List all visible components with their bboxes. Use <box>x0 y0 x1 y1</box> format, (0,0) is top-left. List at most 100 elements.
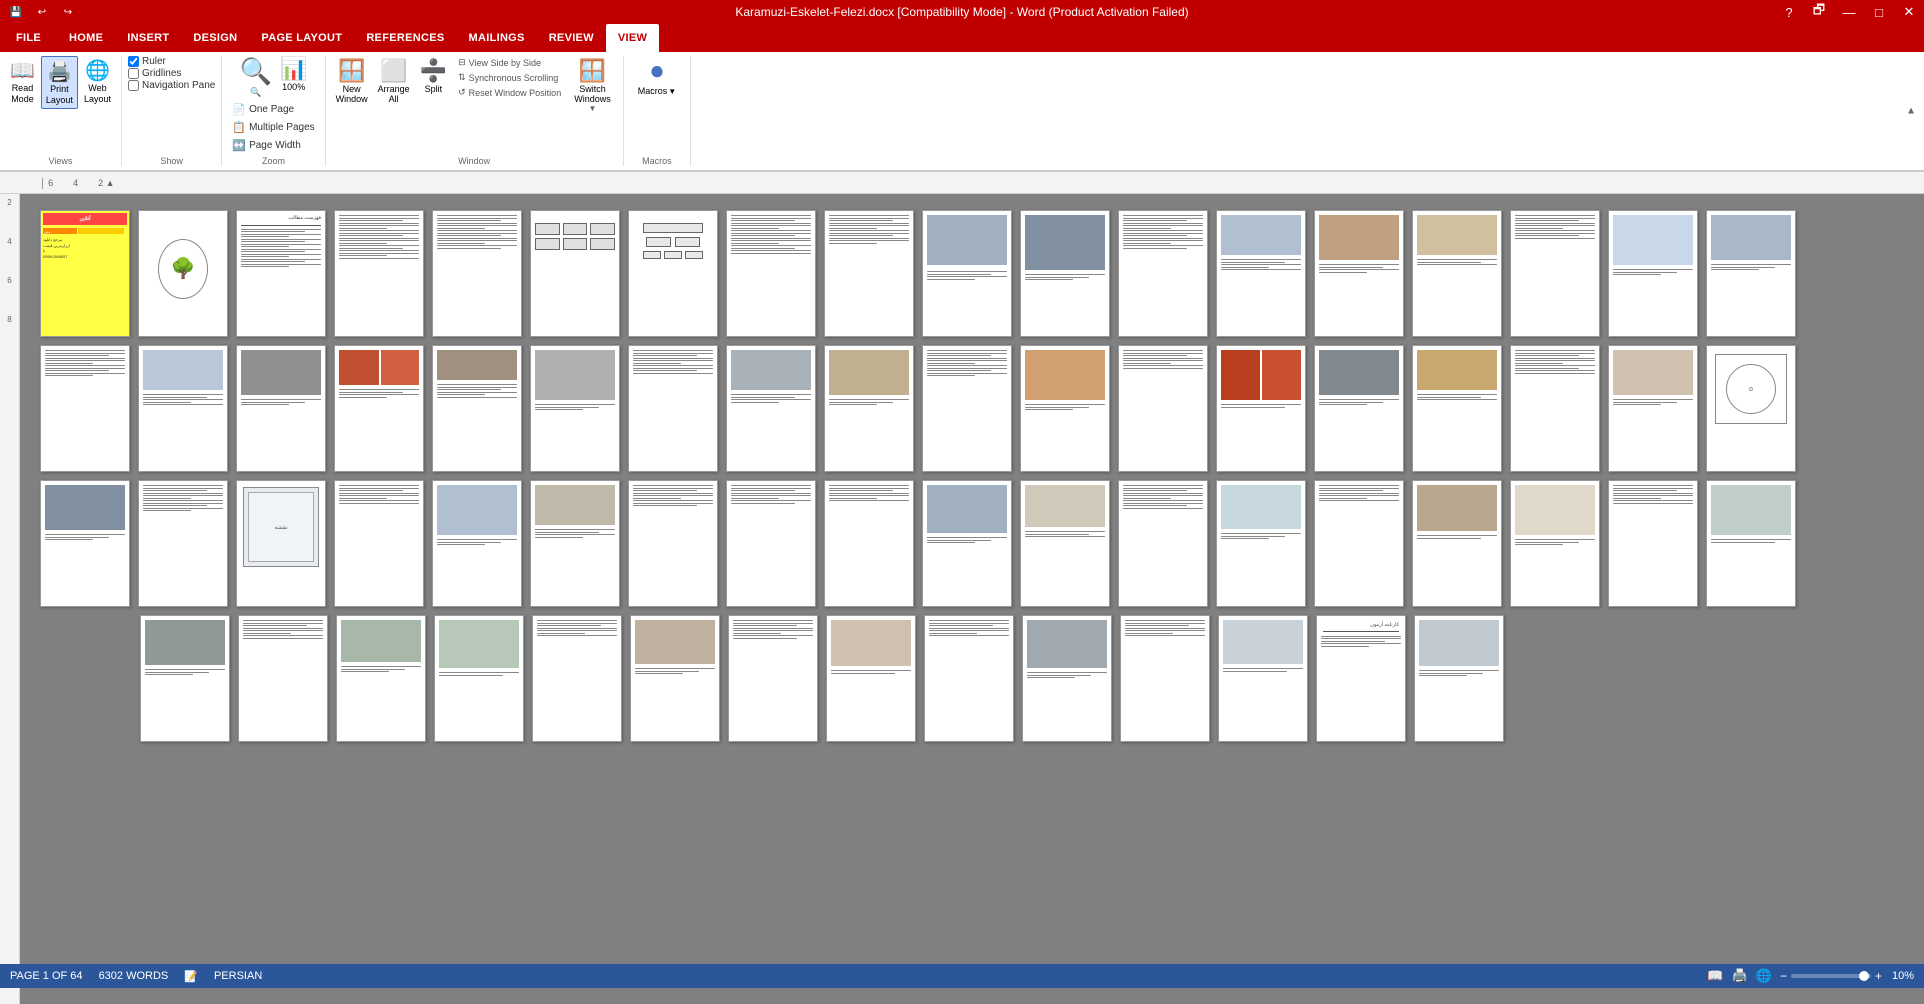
gridlines-check[interactable] <box>128 68 139 79</box>
macros-group-content: ⏺ Macros ▼ <box>630 56 684 154</box>
save-icon[interactable]: 💾 <box>4 3 28 21</box>
page-14 <box>1314 210 1404 337</box>
tab-design[interactable]: DESIGN <box>181 24 249 52</box>
zoom-out-icon[interactable]: − <box>1780 969 1787 983</box>
web-layout-button[interactable]: 🌐 WebLayout <box>80 56 115 109</box>
tab-references[interactable]: REFERENCES <box>354 24 456 52</box>
tab-file[interactable]: FILE <box>0 24 57 52</box>
synchronous-scrolling-button[interactable]: ⇅ Synchronous Scrolling <box>455 71 564 84</box>
page-60 <box>630 615 720 742</box>
page-54 <box>1706 480 1796 607</box>
page-text-3: کارنامه آزمون <box>1316 615 1406 742</box>
tab-page-layout[interactable]: PAGE LAYOUT <box>249 24 354 52</box>
ruler-label: Ruler <box>142 56 166 67</box>
minimize-button[interactable]: — <box>1834 0 1864 24</box>
macros-button[interactable]: ⏺ Macros ▼ <box>630 56 684 98</box>
page-46 <box>922 480 1012 607</box>
word-count[interactable]: 6302 WORDS <box>99 970 169 982</box>
page-27 <box>824 345 914 472</box>
maximize-button[interactable]: □ <box>1864 0 1894 24</box>
navigation-pane-checkbox[interactable]: Navigation Pane <box>128 80 215 91</box>
zoom-group: 🔍 🔍 📊 100% 📄 One Page <box>222 56 325 166</box>
page-width-button[interactable]: ↔️ Page Width <box>228 137 304 154</box>
macros-group-label: Macros <box>642 156 672 166</box>
tab-insert[interactable]: INSERT <box>115 24 181 52</box>
zoom-label: 🔍 <box>250 87 261 98</box>
zoom-group-label: Zoom <box>262 156 285 166</box>
zoom-controls[interactable]: − + 10% <box>1780 969 1914 983</box>
gridlines-checkbox[interactable]: Gridlines <box>128 68 215 79</box>
tab-home[interactable]: HOME <box>57 24 115 52</box>
nav-pane-check[interactable] <box>128 80 139 91</box>
view-mode-icon-print[interactable]: 🖨️ <box>1732 968 1748 984</box>
print-layout-icon: 🖨️ <box>47 59 72 84</box>
ruler-mark-3: 2 ▲ <box>98 178 114 188</box>
sign-in-button[interactable]: Sign in <box>1866 28 1924 48</box>
page-11 <box>1020 210 1110 337</box>
switch-windows-icon: 🪟 <box>579 58 606 84</box>
restore-button[interactable]: 🗗 <box>1804 0 1834 24</box>
view-mode-icon-web[interactable]: 🌐 <box>1756 968 1772 984</box>
language[interactable]: PERSIAN <box>214 970 262 982</box>
proofing-icon[interactable]: 📝 <box>184 970 198 983</box>
page-8 <box>726 210 816 337</box>
document-area[interactable]: آنلاین متن مرجع دانلودارزان‌ترین قیمتبا0… <box>20 194 1924 1004</box>
window-controls[interactable]: ? 🗗 — □ ✕ <box>1774 0 1924 24</box>
page-20 <box>138 345 228 472</box>
word-count-text: 6302 WORDS <box>99 970 169 982</box>
multiple-pages-label: Multiple Pages <box>249 122 315 133</box>
read-mode-button[interactable]: 📖 ReadMode <box>6 56 39 109</box>
page-59 <box>532 615 622 742</box>
multiple-pages-button[interactable]: 📋 Multiple Pages <box>228 119 318 136</box>
macros-arrow: ▼ <box>668 87 676 96</box>
page-61 <box>728 615 818 742</box>
redo-icon[interactable]: ↪ <box>56 3 80 21</box>
zoom-100-button[interactable]: 📊 100% <box>280 56 307 92</box>
view-side-icon: ⊟ <box>458 57 466 68</box>
split-label: Split <box>425 84 443 94</box>
web-layout-icon: 🌐 <box>85 58 110 83</box>
nav-pane-label: Navigation Pane <box>142 80 215 91</box>
zoom-slider-track[interactable] <box>1791 974 1871 978</box>
arrange-all-button[interactable]: ⬜ ArrangeAll <box>374 56 414 106</box>
split-button[interactable]: ➗ Split <box>416 56 451 96</box>
reset-window-position-button[interactable]: ↺ Reset Window Position <box>455 86 564 99</box>
undo-icon[interactable]: ↩ <box>30 3 54 21</box>
page-17 <box>1608 210 1698 337</box>
view-mode-icon-read[interactable]: 📖 <box>1707 968 1723 984</box>
quick-access-toolbar[interactable]: 💾 ↩ ↪ <box>0 0 80 24</box>
v-ruler-8: 8 <box>7 315 11 324</box>
ruler-content: │ 6 4 2 ▲ <box>40 172 1924 193</box>
page-50 <box>1314 480 1404 607</box>
one-page-icon: 📄 <box>232 103 246 116</box>
tab-mailings[interactable]: MAILINGS <box>457 24 537 52</box>
switch-windows-button[interactable]: 🪟 SwitchWindows ▼ <box>568 56 617 115</box>
ribbon-content: 📖 ReadMode 🖨️ PrintLayout 🌐 WebLayout Vi… <box>0 52 1924 171</box>
ribbon-collapse-button[interactable]: ▲ <box>1906 106 1916 117</box>
page-1: آنلاین متن مرجع دانلودارزان‌ترین قیمتبا0… <box>40 210 130 337</box>
help-button[interactable]: ? <box>1774 0 1804 24</box>
one-page-label: One Page <box>249 104 294 115</box>
zoom-button[interactable]: 🔍 🔍 <box>240 56 272 98</box>
ruler-bar: │ 6 4 2 ▲ <box>0 172 1924 194</box>
ruler-checkbox[interactable]: Ruler <box>128 56 215 67</box>
new-window-button[interactable]: 🪟 NewWindow <box>332 56 372 106</box>
one-page-button[interactable]: 📄 One Page <box>228 101 298 118</box>
page-48 <box>1118 480 1208 607</box>
zoom-in-icon[interactable]: + <box>1875 969 1882 983</box>
page-47 <box>1020 480 1110 607</box>
tab-review[interactable]: REVIEW <box>537 24 606 52</box>
zoom-icon: 🔍 <box>240 56 272 87</box>
tab-view[interactable]: VIEW <box>606 24 659 52</box>
print-layout-button[interactable]: 🖨️ PrintLayout <box>41 56 78 109</box>
page-30 <box>1118 345 1208 472</box>
views-group-label: Views <box>49 156 73 166</box>
close-button[interactable]: ✕ <box>1894 0 1924 24</box>
zoom-slider-thumb[interactable] <box>1859 971 1869 981</box>
page-6 <box>530 210 620 337</box>
ruler-check[interactable] <box>128 56 139 67</box>
view-side-by-side-button[interactable]: ⊟ View Side by Side <box>455 56 564 69</box>
page-count[interactable]: PAGE 1 OF 64 <box>10 970 83 982</box>
ribbon-tab-bar: FILE HOME INSERT DESIGN PAGE LAYOUT REFE… <box>0 24 1924 52</box>
page-49 <box>1216 480 1306 607</box>
